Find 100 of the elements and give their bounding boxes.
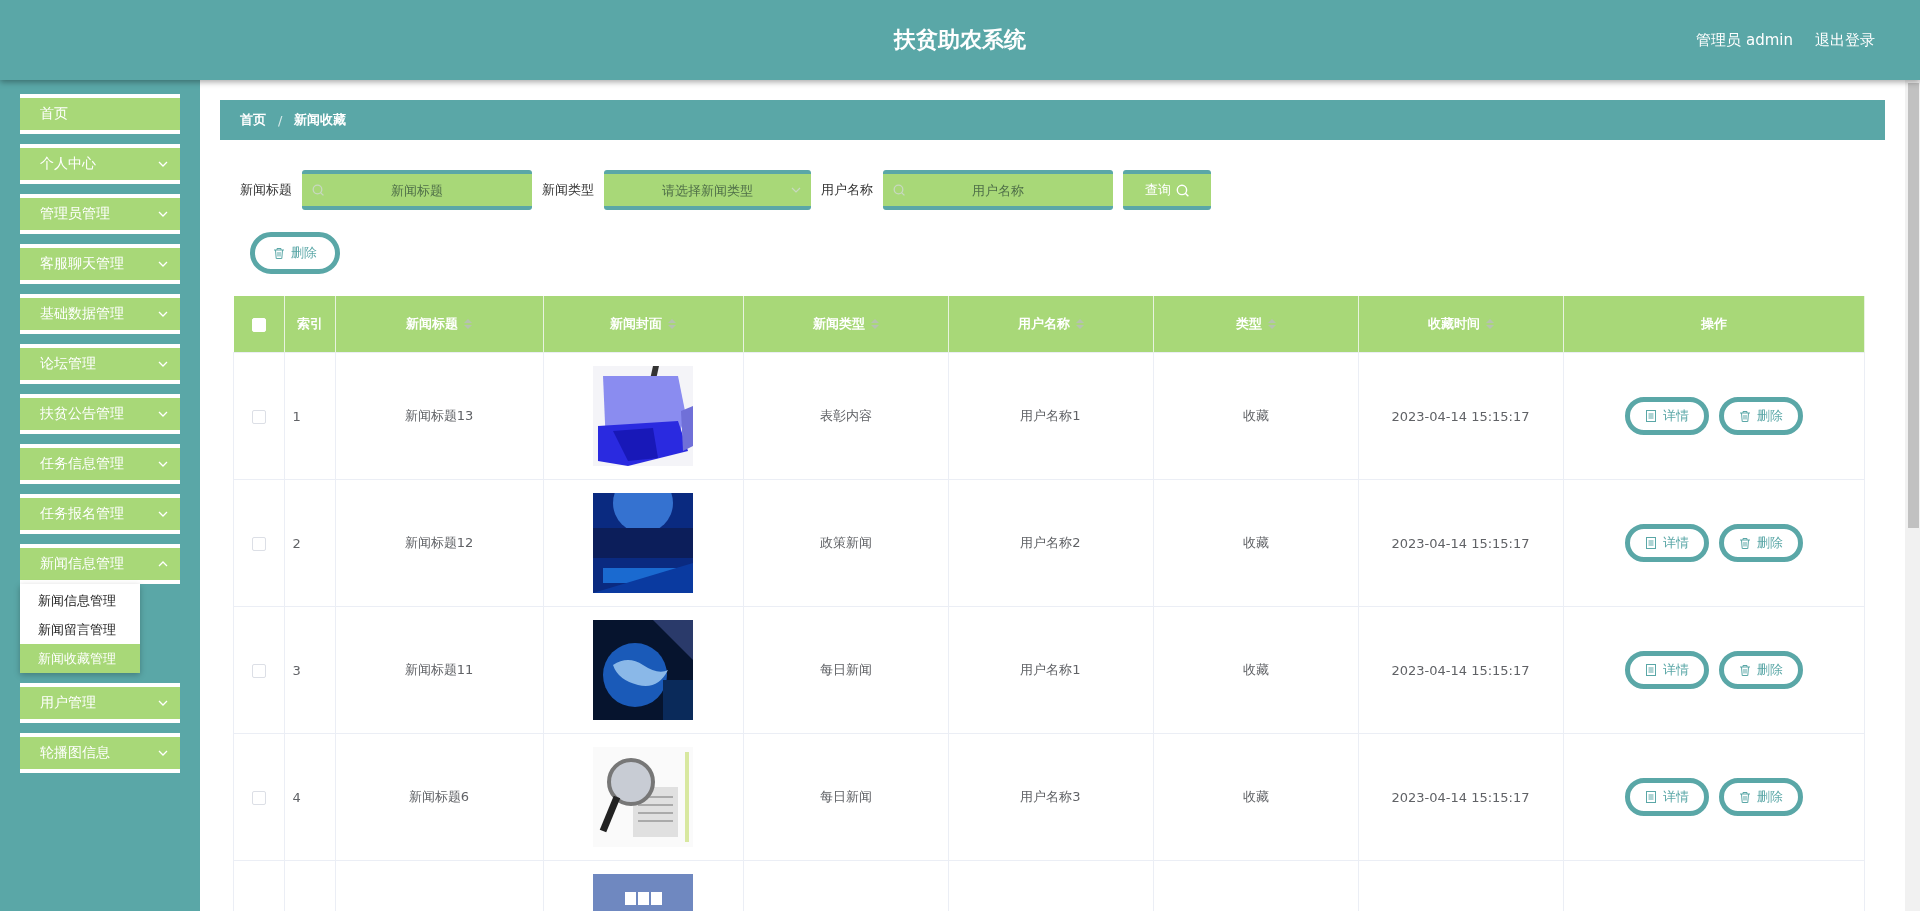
chevron-icon: [158, 211, 168, 217]
menu-item[interactable]: 首页: [20, 94, 180, 134]
table-cell: 用户名称3: [1020, 789, 1081, 804]
trash-icon: [1738, 791, 1751, 803]
trash-icon: [1738, 664, 1751, 676]
select-field[interactable]: 请选择新闻类型: [604, 170, 811, 210]
column-header[interactable]: 类型: [1235, 315, 1262, 333]
menu-item[interactable]: 论坛管理: [20, 344, 180, 384]
sort-icon: [1485, 319, 1494, 329]
document-icon: [1644, 791, 1657, 803]
table-cell: 收藏: [1242, 535, 1269, 550]
chevron-icon: [158, 261, 168, 267]
checkbox[interactable]: [251, 536, 266, 551]
submenu-item[interactable]: 新闻留言管理: [20, 615, 140, 644]
column-header[interactable]: 新闻标题: [406, 315, 458, 333]
menu-item[interactable]: 客服聊天管理: [20, 244, 180, 284]
breadcrumb-item[interactable]: 首页: [240, 111, 266, 129]
table-cell: 政策新闻: [819, 535, 872, 550]
table-cell: 1: [292, 408, 301, 424]
table-cell: 3: [292, 662, 301, 678]
chevron-icon: [158, 511, 168, 517]
column-header: 索引: [296, 315, 323, 333]
table-cell: 每日新闻: [819, 789, 872, 804]
field-label: 用户名称: [821, 181, 873, 199]
document-icon: [1644, 537, 1657, 549]
search-field[interactable]: 用户名称: [883, 170, 1113, 210]
submenu-item[interactable]: 新闻信息管理: [20, 586, 140, 615]
column-header[interactable]: 新闻封面: [610, 315, 662, 333]
breadcrumb-separator: /: [278, 112, 283, 128]
menu-item[interactable]: 扶贫公告管理: [20, 394, 180, 434]
menu-item[interactable]: 轮播图信息: [20, 733, 180, 773]
sort-icon: [668, 319, 676, 329]
checkbox[interactable]: [251, 409, 266, 424]
scrollbar[interactable]: [1904, 80, 1920, 911]
app-title: 扶贫助农系统: [894, 26, 1026, 54]
table-cell: 新闻标题12: [404, 535, 474, 550]
breadcrumb-item[interactable]: 新闻收藏: [294, 111, 347, 129]
chevron-icon: [158, 750, 168, 756]
chevron-icon: [158, 311, 168, 317]
table-cell: 新闻标题13: [404, 408, 474, 423]
table-cell: 4: [292, 789, 301, 805]
delete-button[interactable]: 删除: [1718, 397, 1803, 435]
menu-item[interactable]: 管理员管理: [20, 194, 180, 234]
table-cell: 2: [292, 535, 301, 551]
table-cell: 新闻标题6: [408, 789, 470, 804]
trash-icon: [273, 247, 285, 259]
menu-item[interactable]: 新闻信息管理: [20, 544, 180, 584]
search-button[interactable]: 查询: [1123, 170, 1211, 210]
table-cell: 每日新闻: [819, 662, 872, 677]
submenu-item[interactable]: 新闻收藏管理: [20, 644, 140, 673]
checkbox[interactable]: [251, 790, 266, 805]
detail-button[interactable]: 详情: [1624, 778, 1709, 816]
sort-icon: [1075, 319, 1084, 329]
trash-icon: [1738, 410, 1751, 422]
delete-button[interactable]: 删除: [1718, 651, 1803, 689]
search-icon: [1176, 183, 1189, 197]
detail-button[interactable]: 详情: [1624, 651, 1709, 689]
column-header: 操作: [1700, 315, 1727, 333]
table-cell: 新闻标题11: [404, 662, 474, 677]
document-icon: [1644, 410, 1657, 422]
sort-icon: [464, 319, 472, 329]
delete-button[interactable]: 删除: [1718, 778, 1803, 816]
menu-item[interactable]: 任务信息管理: [20, 444, 180, 484]
table-cell: 收藏: [1242, 662, 1269, 677]
menu-item[interactable]: 任务报名管理: [20, 494, 180, 534]
chevron-icon: [158, 561, 168, 567]
chevron-icon: [158, 411, 168, 417]
document-icon: [1644, 664, 1657, 676]
detail-button[interactable]: 详情: [1624, 524, 1709, 562]
field-label: 新闻标题: [240, 181, 292, 199]
table-cell: 收藏: [1242, 408, 1269, 423]
delete-button[interactable]: 删除: [1718, 524, 1803, 562]
detail-button[interactable]: 详情: [1624, 397, 1709, 435]
table-cell: 2023-04-14 15:15:17: [1391, 408, 1530, 424]
user-label: 管理员 admin: [1696, 30, 1793, 50]
caret-icon: [791, 187, 801, 193]
table-cell: 用户名称1: [1020, 408, 1081, 423]
table-cell: 2023-04-14 15:15:17: [1391, 535, 1530, 551]
chevron-icon: [158, 161, 168, 167]
search-icon: [312, 184, 324, 196]
table-cell: 表彰内容: [819, 408, 872, 423]
table-cell: 用户名称2: [1020, 535, 1081, 550]
delete-button[interactable]: 删除: [250, 232, 340, 274]
checkbox[interactable]: [251, 663, 266, 678]
chevron-icon: [158, 700, 168, 706]
trash-icon: [1738, 537, 1751, 549]
chevron-icon: [158, 361, 168, 367]
column-header[interactable]: 用户名称: [1017, 315, 1070, 333]
chevron-icon: [158, 461, 168, 467]
search-field[interactable]: 新闻标题: [302, 170, 532, 210]
logout-link[interactable]: 退出登录: [1815, 30, 1875, 50]
search-icon: [893, 184, 905, 196]
column-header[interactable]: 收藏时间: [1427, 315, 1480, 333]
column-header[interactable]: 新闻类型: [812, 315, 865, 333]
menu-item[interactable]: 用户管理: [20, 683, 180, 723]
menu-item[interactable]: 基础数据管理: [20, 294, 180, 334]
menu-item[interactable]: 个人中心: [20, 144, 180, 184]
sort-icon: [870, 319, 879, 329]
table-cell: 收藏: [1242, 789, 1269, 804]
sort-icon: [1267, 319, 1276, 329]
